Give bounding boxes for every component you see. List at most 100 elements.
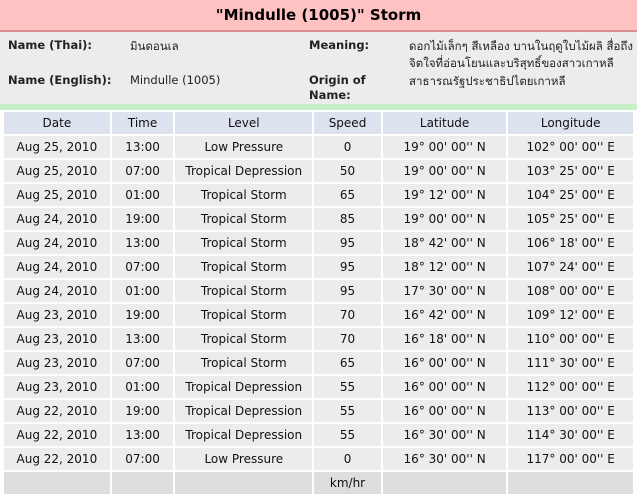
latitude-cell: 18° 12' 00'' N: [382, 256, 507, 278]
table-row: Aug 22, 2010 19:00 Tropical Depression 55 16…: [4, 400, 633, 422]
table-row: Aug 24, 2010 01:00 Tropical Storm 95 17° 30'…: [4, 280, 633, 302]
level-cell: Tropical Depression: [175, 376, 313, 398]
time-cell: 13:00: [111, 424, 174, 446]
speed-cell: 55: [314, 400, 381, 422]
footer-cell: [508, 472, 633, 494]
time-cell: 19:00: [111, 208, 174, 230]
page-title: "Mindulle (1005)" Storm: [0, 0, 637, 32]
time-cell: 19:00: [111, 400, 174, 422]
time-cell: 13:00: [111, 232, 174, 254]
level-cell: Tropical Depression: [175, 400, 313, 422]
footer-cell: [111, 472, 174, 494]
speed-cell: 95: [314, 280, 381, 302]
speed-cell: 95: [314, 256, 381, 278]
longitude-cell: 105° 25' 00'' E: [508, 208, 633, 230]
date-cell: Aug 23, 2010: [4, 304, 110, 326]
table-row: Aug 25, 2010 01:00 Tropical Storm 65 19° 12'…: [4, 184, 633, 206]
level-cell: Tropical Storm: [175, 328, 313, 350]
level-cell: Tropical Storm: [175, 280, 313, 302]
longitude-cell: 107° 24' 00'' E: [508, 256, 633, 278]
date-cell: Aug 24, 2010: [4, 232, 110, 254]
table-row: Aug 24, 2010 13:00 Tropical Storm 95 18° 42'…: [4, 232, 633, 254]
origin-label-line1: Origin of: [309, 73, 366, 87]
date-cell: Aug 24, 2010: [4, 256, 110, 278]
footer-cell: [4, 472, 110, 494]
level-cell: Low Pressure: [175, 136, 313, 158]
longitude-cell: 111° 30' 00'' E: [508, 352, 633, 374]
header-time: Time: [111, 112, 174, 134]
speed-cell: 0: [314, 448, 381, 470]
speed-unit: km/hr: [314, 472, 381, 494]
date-cell: Aug 25, 2010: [4, 160, 110, 182]
table-row: Aug 25, 2010 13:00 Low Pressure 0 19° 00' 00…: [4, 136, 633, 158]
origin-label-line2: Name:: [309, 88, 351, 102]
date-cell: Aug 22, 2010: [4, 424, 110, 446]
name-thai-label: Name (Thai):: [8, 38, 93, 52]
table-row: Aug 22, 2010 13:00 Tropical Depression 55 16…: [4, 424, 633, 446]
date-cell: Aug 24, 2010: [4, 280, 110, 302]
table-row: Aug 22, 2010 07:00 Low Pressure 0 16° 30' 00…: [4, 448, 633, 470]
latitude-cell: 19° 00' 00'' N: [382, 136, 507, 158]
latitude-cell: 16° 18' 00'' N: [382, 328, 507, 350]
time-cell: 07:00: [111, 256, 174, 278]
table-row: Aug 24, 2010 19:00 Tropical Storm 85 19° 00'…: [4, 208, 633, 230]
time-cell: 07:00: [111, 448, 174, 470]
header-latitude: Latitude: [382, 112, 507, 134]
table-header-row: Date Time Level Speed Latitude Longitude: [4, 112, 633, 134]
time-cell: 13:00: [111, 136, 174, 158]
level-cell: Tropical Storm: [175, 304, 313, 326]
level-cell: Low Pressure: [175, 448, 313, 470]
date-cell: Aug 22, 2010: [4, 400, 110, 422]
speed-cell: 0: [314, 136, 381, 158]
header-date: Date: [4, 112, 110, 134]
date-cell: Aug 25, 2010: [4, 136, 110, 158]
longitude-cell: 104° 25' 00'' E: [508, 184, 633, 206]
table-row: Aug 23, 2010 01:00 Tropical Depression 55 16…: [4, 376, 633, 398]
name-english-value: Mindulle (1005): [130, 73, 221, 87]
speed-cell: 50: [314, 160, 381, 182]
header-level: Level: [175, 112, 313, 134]
longitude-cell: 114° 30' 00'' E: [508, 424, 633, 446]
level-cell: Tropical Depression: [175, 160, 313, 182]
speed-cell: 85: [314, 208, 381, 230]
date-cell: Aug 22, 2010: [4, 448, 110, 470]
date-cell: Aug 23, 2010: [4, 376, 110, 398]
speed-cell: 55: [314, 424, 381, 446]
level-cell: Tropical Depression: [175, 424, 313, 446]
table-row: Aug 23, 2010 19:00 Tropical Storm 70 16° 42'…: [4, 304, 633, 326]
date-cell: Aug 23, 2010: [4, 352, 110, 374]
level-cell: Tropical Storm: [175, 208, 313, 230]
table-row: Aug 25, 2010 07:00 Tropical Depression 50 19…: [4, 160, 633, 182]
longitude-cell: 109° 12' 00'' E: [508, 304, 633, 326]
date-cell: Aug 23, 2010: [4, 328, 110, 350]
table-footer-row: km/hr: [4, 472, 633, 494]
longitude-cell: 108° 00' 00'' E: [508, 280, 633, 302]
time-cell: 01:00: [111, 184, 174, 206]
header-speed: Speed: [314, 112, 381, 134]
meaning-value: ดอกไม้เล็กๆ สีเหลือง บานในฤดูใบไม้ผลิ สื…: [409, 39, 633, 70]
latitude-cell: 19° 00' 00'' N: [382, 208, 507, 230]
table-row: Aug 23, 2010 13:00 Tropical Storm 70 16° 18'…: [4, 328, 633, 350]
time-cell: 13:00: [111, 328, 174, 350]
time-cell: 07:00: [111, 352, 174, 374]
time-cell: 19:00: [111, 304, 174, 326]
latitude-cell: 16° 30' 00'' N: [382, 424, 507, 446]
origin-value: สาธารณรัฐประชาธิปไตยเกาหลี: [409, 74, 566, 88]
name-thai-value: มินดอนเล: [130, 39, 179, 53]
date-cell: Aug 24, 2010: [4, 208, 110, 230]
time-cell: 01:00: [111, 376, 174, 398]
storm-track-table: Date Time Level Speed Latitude Longitude…: [2, 110, 635, 496]
storm-info-panel: Name (Thai): มินดอนเล Name (English): Mi…: [0, 32, 637, 104]
latitude-cell: 17° 30' 00'' N: [382, 280, 507, 302]
latitude-cell: 19° 12' 00'' N: [382, 184, 507, 206]
latitude-cell: 16° 00' 00'' N: [382, 400, 507, 422]
latitude-cell: 16° 42' 00'' N: [382, 304, 507, 326]
table-row: Aug 23, 2010 07:00 Tropical Storm 65 16° 00'…: [4, 352, 633, 374]
longitude-cell: 106° 18' 00'' E: [508, 232, 633, 254]
time-cell: 01:00: [111, 280, 174, 302]
header-longitude: Longitude: [508, 112, 633, 134]
speed-cell: 55: [314, 376, 381, 398]
name-english-label: Name (English):: [8, 73, 112, 87]
table-row: Aug 24, 2010 07:00 Tropical Storm 95 18° 12'…: [4, 256, 633, 278]
level-cell: Tropical Storm: [175, 232, 313, 254]
